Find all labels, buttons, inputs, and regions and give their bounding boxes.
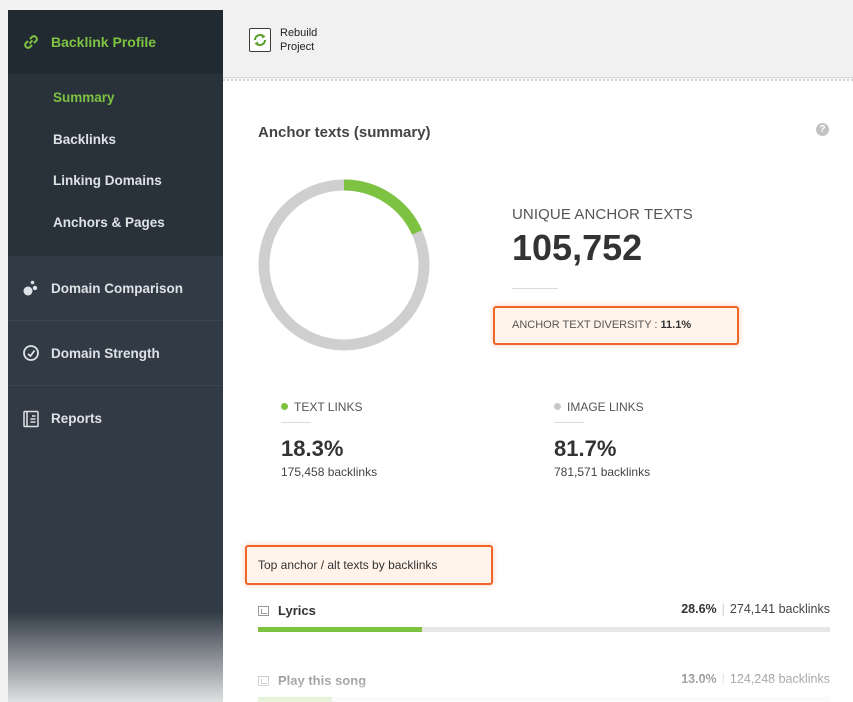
text-links-backlinks: 175,458 backlinks [281,465,378,479]
text-links-percent: 18.3% [281,436,344,461]
help-icon[interactable]: ? [816,123,829,136]
link-icon [22,33,40,51]
image-icon [258,676,269,686]
toolbar: Rebuild Project [223,10,853,78]
anchor-stats: 13.0% | 124,248 backlinks [681,672,830,686]
gray-dot-icon [554,403,561,410]
image-links-percent: 81.7% [554,436,617,461]
sidebar-group-label: Domain Comparison [51,280,184,296]
image-links-label: IMAGE LINKS [567,400,644,414]
text-links-legend: TEXT LINKS [281,400,362,414]
sidebar-group-label: Domain Strength [51,345,160,361]
anchor-share-fill [258,697,333,702]
anchor-backlinks: 274,141 backlinks [729,602,830,616]
list-item[interactable]: Lyrics 28.6% | 274,141 backlinks [258,602,830,632]
divider [281,422,311,423]
anchor-stats: 28.6% | 274,141 backlinks [681,602,830,616]
unique-anchor-value: 105,752 [512,227,643,268]
sidebar-group-label: Reports [51,411,103,426]
green-dot-icon [281,403,288,410]
panel-title: Anchor texts (summary) [258,124,431,141]
divider [512,288,558,289]
sidebar: Backlink Profile Summary Backlinks Linki… [8,10,223,702]
anchor-share-bar [258,627,830,632]
anchor-name: Lyrics [278,603,316,618]
app-window: Backlink Profile Summary Backlinks Linki… [0,0,853,702]
anchor-share-fill [258,627,422,632]
text-links-label: TEXT LINKS [294,400,363,414]
sidebar-item-backlinks[interactable]: Backlinks [8,128,223,170]
sidebar-item-summary[interactable]: Summary [8,86,223,128]
sidebar-item-anchors-pages[interactable]: Anchors & Pages [8,211,223,253]
sidebar-item-domain-strength[interactable]: Domain Strength [8,321,223,386]
sidebar-item-backlink-profile[interactable]: Backlink Profile [8,10,223,74]
divider [554,422,584,423]
image-icon [258,606,269,616]
sidebar-item-reports[interactable]: Reports [8,386,223,451]
anchor-percent: 28.6% [681,602,717,616]
sidebar-item-domain-comparison[interactable]: Domain Comparison [8,256,223,321]
anchor-diversity-badge: ANCHOR TEXT DIVERSITY : 11.1% [493,306,739,345]
sidebar-header-label: Backlink Profile [51,34,157,50]
image-links-legend: IMAGE LINKS [554,400,644,414]
sidebar-submenu: Summary Backlinks Linking Domains Anchor… [8,74,223,256]
image-links-backlinks: 781,571 backlinks [554,465,651,479]
anchor-summary-panel: Anchor texts (summary) ? UNIQUE ANCHOR T… [223,79,853,702]
gauge-icon [22,344,40,362]
anchor-type-donut [258,179,430,351]
rebuild-project-label: Rebuild Project [280,27,318,53]
anchor-share-bar [258,697,830,702]
rebuild-project-button[interactable]: Rebuild Project [249,26,328,54]
diversity-label: ANCHOR TEXT DIVERSITY : [512,319,661,331]
anchor-name: Play this song [278,673,367,688]
sidebar-item-linking-domains[interactable]: Linking Domains [8,169,223,211]
anchor-percent: 13.0% [681,672,717,686]
bubbles-icon [22,279,40,297]
top-anchors-title: Top anchor / alt texts by backlinks [245,545,493,585]
diversity-value: 11.1% [660,319,692,331]
unique-anchor-label: UNIQUE ANCHOR TEXTS [512,206,693,223]
report-icon [22,410,40,428]
list-item[interactable]: Play this song 13.0% | 124,248 backlinks [258,672,830,702]
sidebar-fade [8,612,223,702]
refresh-icon [249,28,271,52]
anchor-backlinks: 124,248 backlinks [729,672,830,686]
